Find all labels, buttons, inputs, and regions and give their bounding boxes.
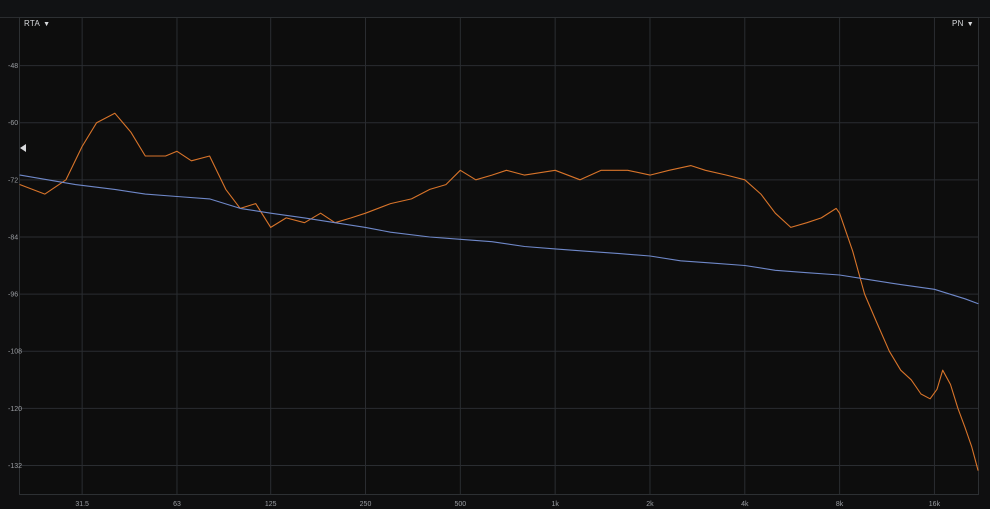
x-tick-label-9: 16k <box>929 501 941 508</box>
rta-label: RTA <box>24 19 41 28</box>
y-tick-label-2: -72 <box>8 177 18 184</box>
y-tick-label-3: -84 <box>8 234 18 241</box>
x-tick-label-7: 4k <box>741 501 749 508</box>
series-line-1 <box>19 174 979 305</box>
x-tick-label-6: 2k <box>646 501 654 508</box>
series-layer <box>19 112 979 471</box>
rta-analyzer-window: -48 -60 -72 -84 -96 -108 -120 -132 31.5 63 125 250 5… <box>0 0 990 509</box>
chevron-down-icon: ▼ <box>966 21 974 28</box>
chevron-down-icon: ▼ <box>43 21 51 28</box>
pn-menu-button[interactable]: PN ▼ <box>952 19 974 28</box>
pn-label: PN <box>952 19 964 28</box>
x-tick-label-1: 63 <box>173 501 181 508</box>
reference-marker-icon[interactable] <box>20 144 26 152</box>
x-tick-label-2: 125 <box>265 501 277 508</box>
y-tick-label-5: -108 <box>8 349 22 356</box>
x-tick-label-4: 500 <box>454 501 466 508</box>
spectrum-chart: -48 -60 -72 -84 -96 -108 -120 -132 31.5 63 125 250 5… <box>8 18 979 508</box>
y-tick-label-4: -96 <box>8 292 18 299</box>
axis-layer: -48 -60 -72 -84 -96 -108 -120 -132 31.5 63 125 250 5… <box>8 63 941 508</box>
grid-layer <box>20 18 978 494</box>
x-tick-label-3: 250 <box>360 501 372 508</box>
series-line-0 <box>19 112 979 471</box>
x-tick-label-8: 8k <box>836 501 844 508</box>
y-tick-label-7: -132 <box>8 463 22 470</box>
y-tick-label-0: -48 <box>8 63 18 70</box>
x-tick-label-0: 31.5 <box>75 501 89 508</box>
rta-menu-button[interactable]: RTA ▼ <box>24 19 50 28</box>
x-tick-label-5: 1k <box>551 501 559 508</box>
y-tick-label-1: -60 <box>8 120 18 127</box>
y-tick-label-6: -120 <box>8 406 22 413</box>
